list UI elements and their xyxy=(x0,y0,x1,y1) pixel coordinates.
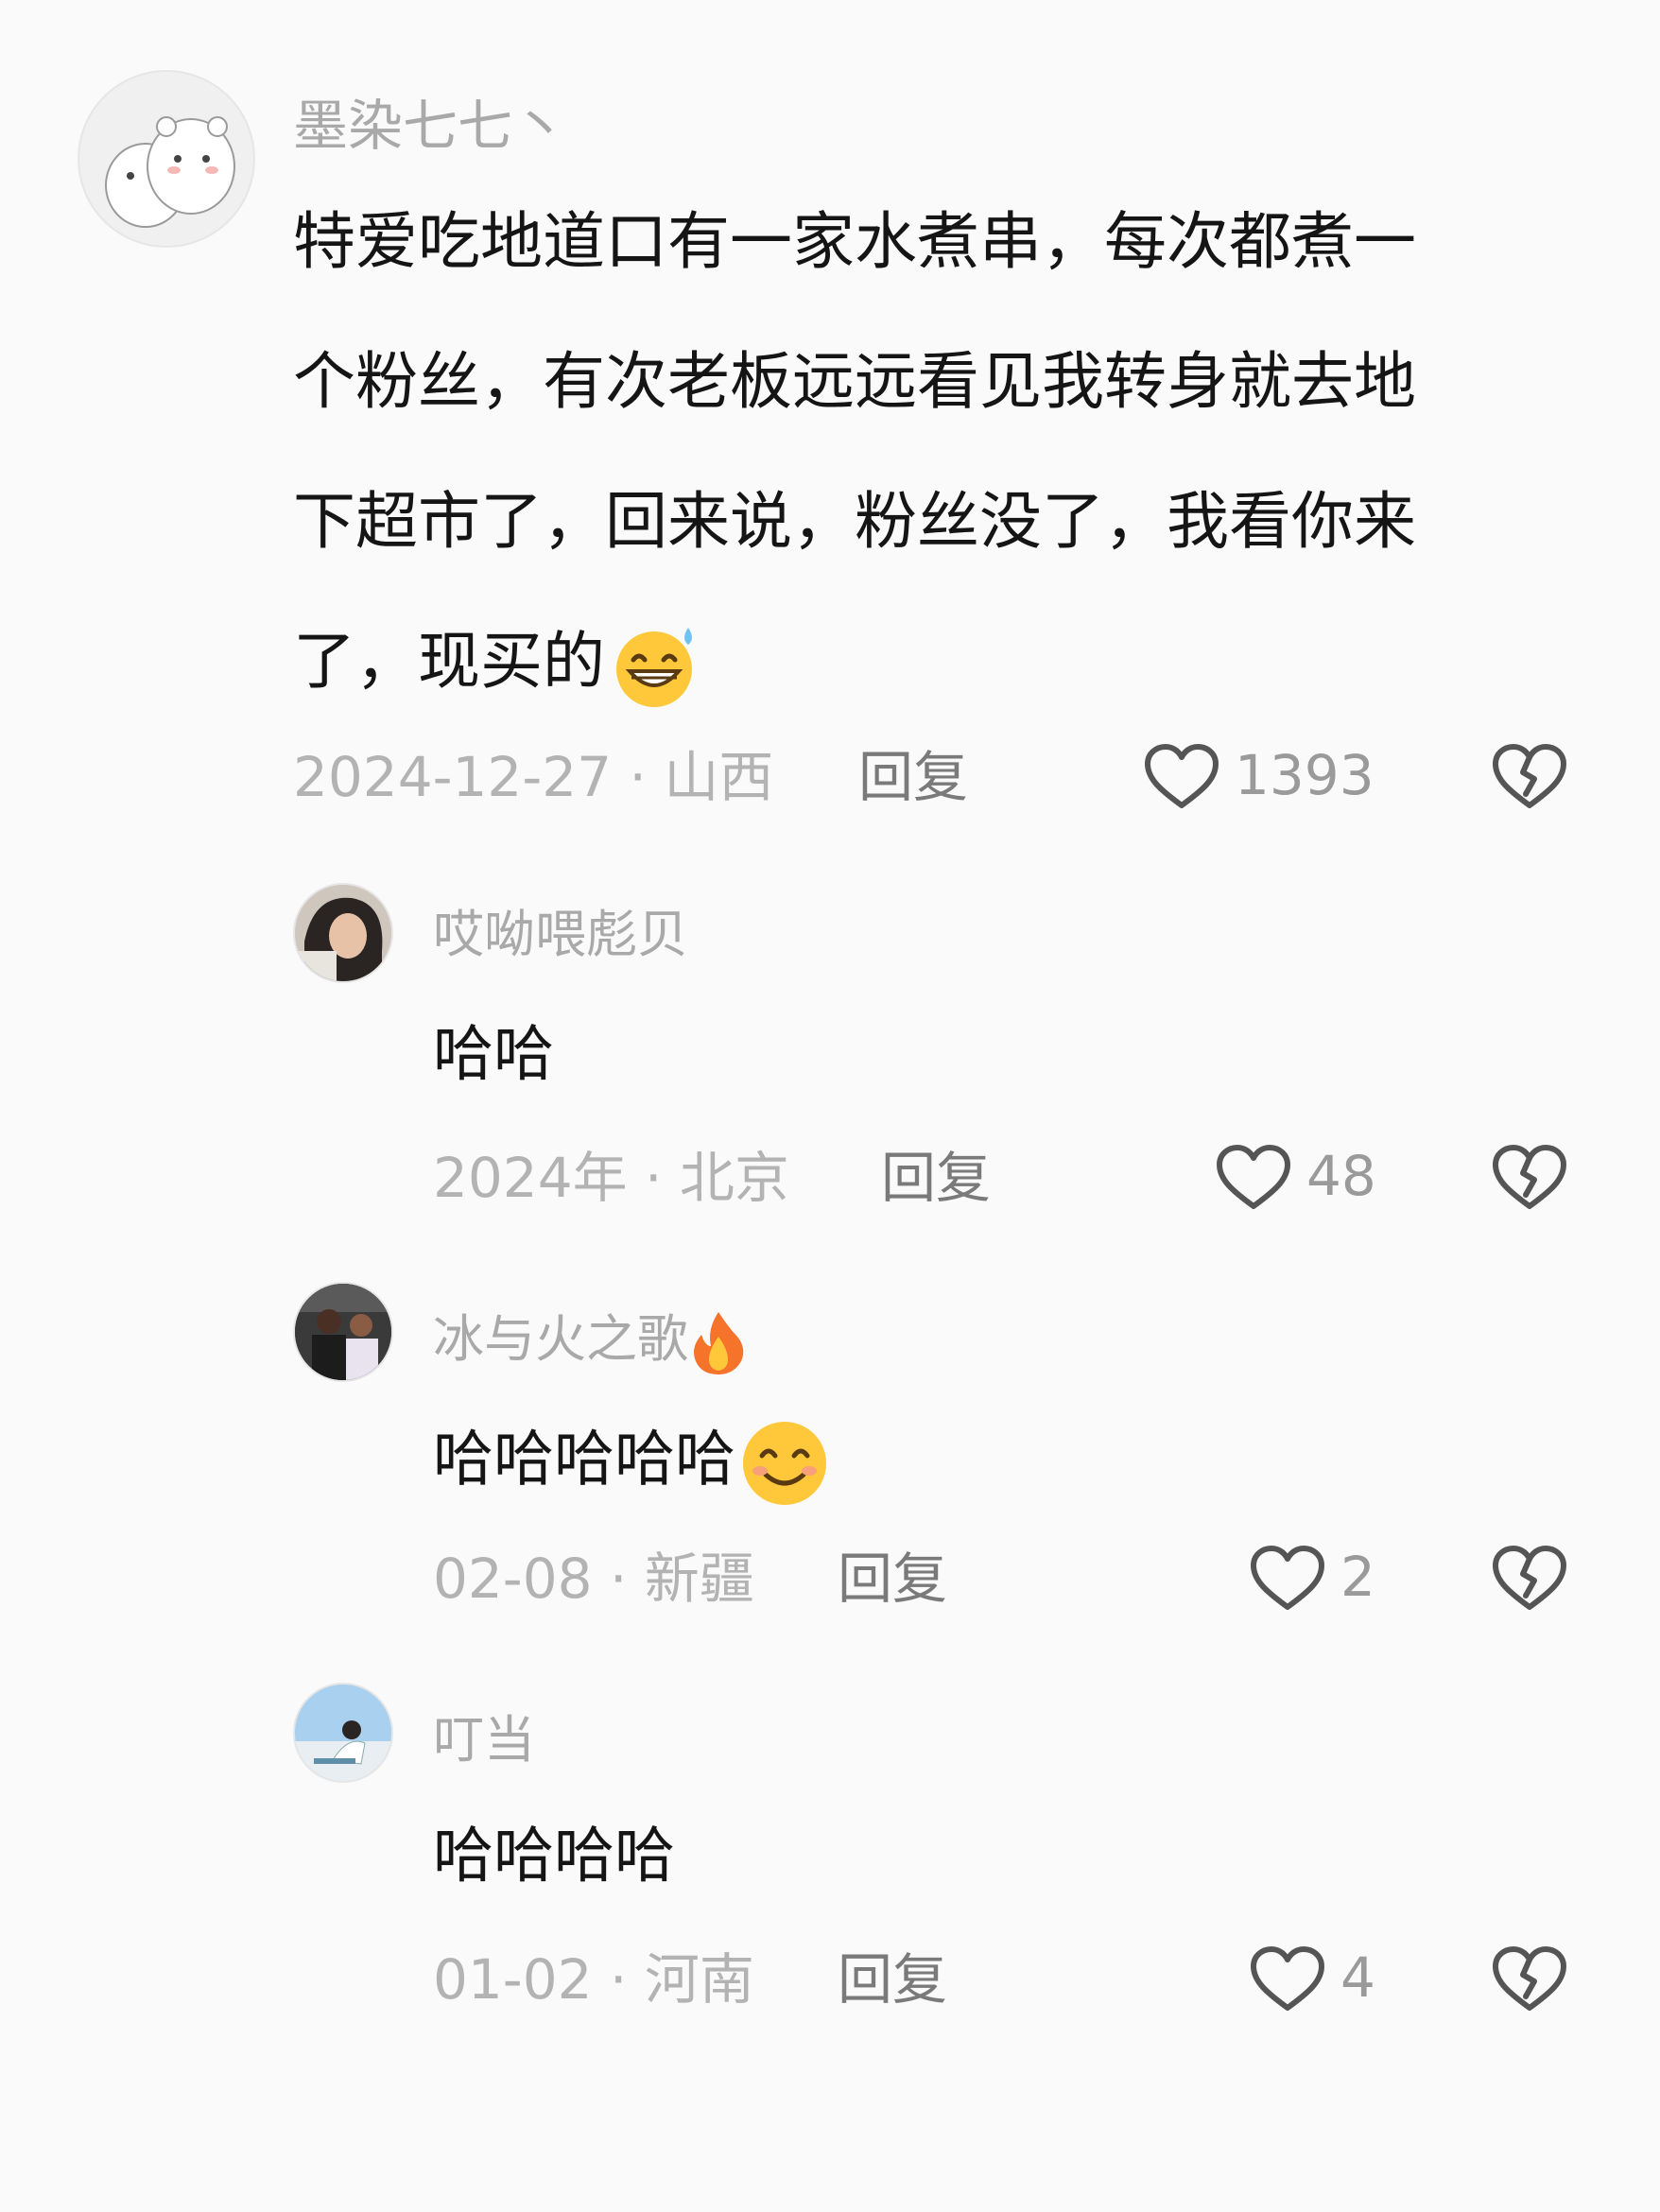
comment-line: 个粉丝，有次老板远远看见我转身就去地 xyxy=(293,345,1416,418)
girl-outdoor-avatar-icon xyxy=(295,1685,391,1781)
like-count: 1393 xyxy=(1235,743,1375,807)
comment-line: 了，现买的 xyxy=(293,625,605,698)
reply-text: 哈哈哈哈 xyxy=(433,1822,675,1892)
comment-text: 特爱吃地道口有一家水煮串，每次都煮一 个粉丝，有次老板远远看见我转身就去地 下超… xyxy=(293,172,1416,732)
reply-text-content: 哈哈哈哈哈 xyxy=(433,1425,735,1495)
like-count: 48 xyxy=(1306,1144,1376,1208)
reply-text: 哈哈 xyxy=(433,1020,554,1090)
reply-text: 哈哈哈哈哈 xyxy=(433,1418,832,1509)
avatar[interactable] xyxy=(293,1282,393,1382)
fire-emoji-icon xyxy=(694,1312,744,1375)
two-people-avatar-icon xyxy=(295,1284,391,1380)
date-location: 02-08 · 新疆 xyxy=(433,1547,754,1611)
broken-heart-icon[interactable] xyxy=(1492,1545,1567,1613)
reply-button[interactable]: 回复 xyxy=(881,1144,991,1212)
comment-line: 特爱吃地道口有一家水煮串，每次都煮一 xyxy=(293,205,1416,278)
broken-heart-icon[interactable] xyxy=(1492,1144,1567,1212)
username[interactable]: 冰与火之歌 xyxy=(433,1308,749,1376)
like-count: 2 xyxy=(1340,1545,1375,1609)
avatar[interactable] xyxy=(293,883,393,983)
avatar[interactable] xyxy=(78,70,255,248)
broken-heart-icon[interactable] xyxy=(1492,1945,1567,2013)
reply-button[interactable]: 回复 xyxy=(858,743,968,811)
avatar[interactable] xyxy=(293,1683,393,1783)
comment-line-last: 了，现买的 xyxy=(293,592,1416,732)
date-location: 01-02 · 河南 xyxy=(433,1947,754,2012)
reply-button[interactable]: 回复 xyxy=(838,1945,947,2013)
like-count: 4 xyxy=(1340,1945,1375,2010)
username-text: 冰与火之歌 xyxy=(433,1309,688,1369)
username[interactable]: 叮当 xyxy=(433,1709,535,1771)
grinning-sweat-emoji-icon xyxy=(616,627,692,707)
comment-line: 下超市了，回来说，粉丝没了，我看你来 xyxy=(293,485,1416,558)
cartoon-bears-avatar-icon xyxy=(79,72,253,246)
heart-outline-icon[interactable] xyxy=(1216,1144,1291,1212)
date-location: 2024年 · 北京 xyxy=(433,1146,789,1210)
username[interactable]: 哎呦喂彪贝 xyxy=(433,904,688,966)
heart-outline-icon[interactable] xyxy=(1144,743,1219,811)
woman-portrait-avatar-icon xyxy=(295,885,391,981)
smiling-face-emoji-icon xyxy=(743,1422,826,1505)
heart-outline-icon[interactable] xyxy=(1250,1945,1325,2013)
broken-heart-icon[interactable] xyxy=(1492,743,1567,811)
username[interactable]: 墨染七七丶 xyxy=(293,95,567,157)
reply-button[interactable]: 回复 xyxy=(838,1545,947,1613)
heart-outline-icon[interactable] xyxy=(1250,1545,1325,1613)
date-location: 2024-12-27 · 山西 xyxy=(293,745,774,809)
